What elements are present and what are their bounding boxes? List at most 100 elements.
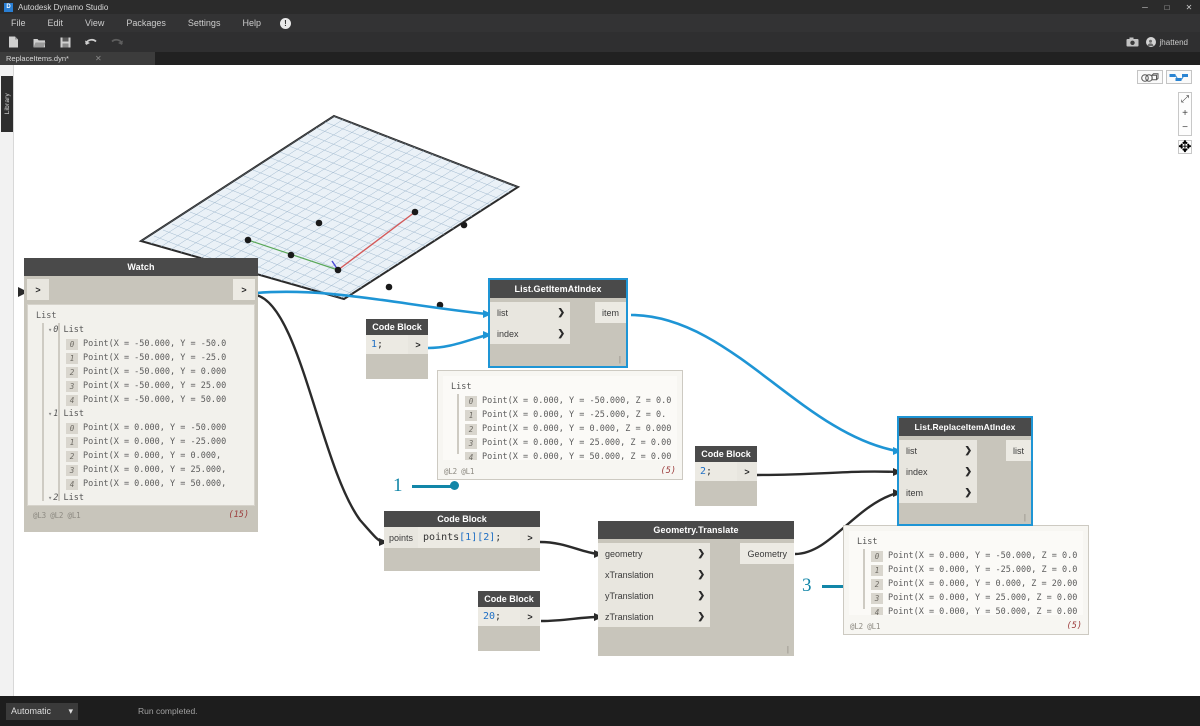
replaceitematindex-title: List.ReplaceItemAtIndex [899,418,1031,436]
watch-row-item: 3Point(X = 0.000, Y = 25.000, [28,463,254,477]
watch-list-scroll[interactable]: List▾0 List0Point(X = -50.000, Y = -50.0… [27,304,255,506]
menu-item-settings[interactable]: Settings [177,14,232,32]
replaceitematindex-resize-handle[interactable]: | [1024,513,1026,522]
preview-one-footer: @L2 @L1 (5) [438,465,682,479]
replaceitematindex-input-item[interactable]: item❯ [899,482,977,503]
user-account[interactable]: jhattend [1146,37,1192,47]
save-file-button[interactable] [52,32,78,52]
node-geometry-translate[interactable]: Geometry.Translate geometry❯ xTranslatio… [598,521,794,656]
geometry-translate-input-ztranslation[interactable]: zTranslation❯ [598,606,710,627]
node-watch-title: Watch [24,258,258,276]
code-block-index2-code[interactable]: 2; [695,462,737,481]
preview-three-row: 0Point(X = 0.000, Y = -50.000, Z = 0.0 [849,549,1083,563]
maximize-button[interactable]: □ [1156,3,1178,12]
watch-row-group: ▾1 List [28,407,254,421]
preview-three-levels: @L2 @L1 [850,622,880,631]
zoom-in-button[interactable]: + [1179,107,1191,121]
menu-item-help[interactable]: Help [231,14,272,32]
getitematindex-resize-handle[interactable]: | [619,355,621,364]
node-code-block-index2[interactable]: Code Block 2; > [695,446,757,506]
preview-three-count: (5) [1067,621,1082,631]
getitematindex-input-list[interactable]: list❯ [490,302,570,323]
callout-number-1: 1 [393,475,403,497]
close-button[interactable]: ✕ [1178,3,1200,12]
node-list-replaceitematindex[interactable]: List.ReplaceItemAtIndex list❯ index❯ ite… [899,418,1031,524]
watch-row-item: 1Point(X = -50.000, Y = -25.0 [28,351,254,365]
code-block-index1-output-port[interactable]: > [408,335,428,354]
watch-footer: @L3 @L2 @L1 (15) [27,509,255,523]
geometry-view-toggle[interactable] [1137,70,1163,84]
minimize-button[interactable]: ─ [1134,3,1156,12]
tab-replaceitems[interactable]: ReplaceItems.dyn* ✕ [0,52,155,65]
dynamo-studio-window: D Autodesk Dynamo Studio ─ □ ✕ File Edit… [0,0,1200,726]
toolbar: jhattend [0,32,1200,52]
node-code-block-index1[interactable]: Code Block 1; > [366,319,428,379]
library-tab-label: Library [4,93,11,114]
new-file-button[interactable] [0,32,26,52]
screenshot-button[interactable] [1120,37,1146,47]
window-controls: ─ □ ✕ [1134,3,1200,12]
code-block-z20-code[interactable]: 20; [478,607,520,626]
menu-item-packages[interactable]: Packages [115,14,177,32]
notification-icon[interactable]: ! [280,18,291,29]
geometry-translate-input-geometry[interactable]: geometry❯ [598,543,710,564]
library-tab[interactable]: Library [1,76,13,132]
node-list-getitematindex[interactable]: List.GetItemAtIndex list❯ index❯ item [490,280,626,366]
node-code-block-points[interactable]: Code Block points points[1][2]; > [384,511,540,571]
pan-button[interactable]: ✥ [1178,140,1192,154]
graph-view-toggle[interactable] [1166,70,1192,84]
geometry-translate-resize-handle[interactable]: | [787,645,789,654]
code-block-index2-title: Code Block [695,446,757,462]
watch-row-item: 0Point(X = 0.000, Y = -50.000 [28,421,254,435]
code-block-z20-title: Code Block [478,591,540,607]
graph-canvas[interactable]: Library [0,65,1200,696]
zoom-out-button[interactable]: − [1179,121,1191,135]
geometry-translate-title: Geometry.Translate [598,521,794,539]
callout-number-3: 3 [802,575,812,597]
preview-panel-one[interactable]: List 0Point(X = 0.000, Y = -50.000, Z = … [437,370,683,480]
menu-item-view[interactable]: View [74,14,115,32]
watch-preview-panel[interactable]: List▾0 List0Point(X = -50.000, Y = -50.0… [27,304,255,529]
replaceitematindex-input-list[interactable]: list❯ [899,440,977,461]
geometry-translate-input-ytranslation[interactable]: yTranslation❯ [598,585,710,606]
getitematindex-input-index[interactable]: index❯ [490,323,570,344]
tab-close-icon[interactable]: ✕ [95,54,102,63]
preview-one-scroll[interactable]: List 0Point(X = 0.000, Y = -50.000, Z = … [443,376,677,460]
getitematindex-body: list❯ index❯ item | [490,298,626,366]
node-watch[interactable]: Watch > > List▾0 List0Point(X = -50.000,… [24,258,258,532]
watch-input-port[interactable]: > [27,279,49,300]
preview-three-scroll[interactable]: List 0Point(X = 0.000, Y = -50.000, Z = … [849,531,1083,615]
node-code-block-z20[interactable]: Code Block 20; > [478,591,540,651]
watch-output-port[interactable]: > [233,279,255,300]
code-block-index2-row: 2; > [695,462,757,481]
geometry-translate-output-geometry[interactable]: Geometry [740,543,794,564]
replaceitematindex-input-index[interactable]: index❯ [899,461,977,482]
code-block-index2-output-port[interactable]: > [737,462,757,481]
menu-item-edit[interactable]: Edit [37,14,75,32]
menu-item-file[interactable]: File [0,14,37,32]
zoom-fit-button[interactable]: ⤢ [1179,93,1191,107]
tab-strip: ReplaceItems.dyn* ✕ [0,52,1200,65]
code-block-index1-code[interactable]: 1; [366,335,408,354]
preview-three-row: 1Point(X = 0.000, Y = -25.000, Z = 0.0 [849,563,1083,577]
code-block-points-code[interactable]: points[1][2]; [418,527,520,548]
run-mode-dropdown[interactable]: Automatic ▾ [6,703,78,720]
title-bar: D Autodesk Dynamo Studio ─ □ ✕ [0,0,1200,14]
replaceitematindex-body: list❯ index❯ item❯ list | [899,436,1031,524]
code-block-points-input-port[interactable]: points [384,527,418,548]
code-block-z20-output-port[interactable]: > [520,607,540,626]
code-block-index1-body: 1; > [366,335,428,379]
getitematindex-output-item[interactable]: item [595,302,626,323]
replaceitematindex-output-list[interactable]: list [1006,440,1031,461]
watch-row-item: 0Point(X = -50.000, Y = -50.0 [28,337,254,351]
code-block-points-output-port[interactable]: > [520,527,540,548]
redo-button[interactable] [104,32,130,52]
open-file-button[interactable] [26,32,52,52]
undo-button[interactable] [78,32,104,52]
geometry-translate-input-xtranslation[interactable]: xTranslation❯ [598,564,710,585]
watch-row-root: List [28,309,254,323]
preview-panel-three[interactable]: List 0Point(X = 0.000, Y = -50.000, Z = … [843,525,1089,635]
code-block-index1-row: 1; > [366,335,428,354]
code-block-z20-row: 20; > [478,607,540,626]
watch-row-item: 0Point(X = 50.000, Y = -50.00 [28,505,254,506]
